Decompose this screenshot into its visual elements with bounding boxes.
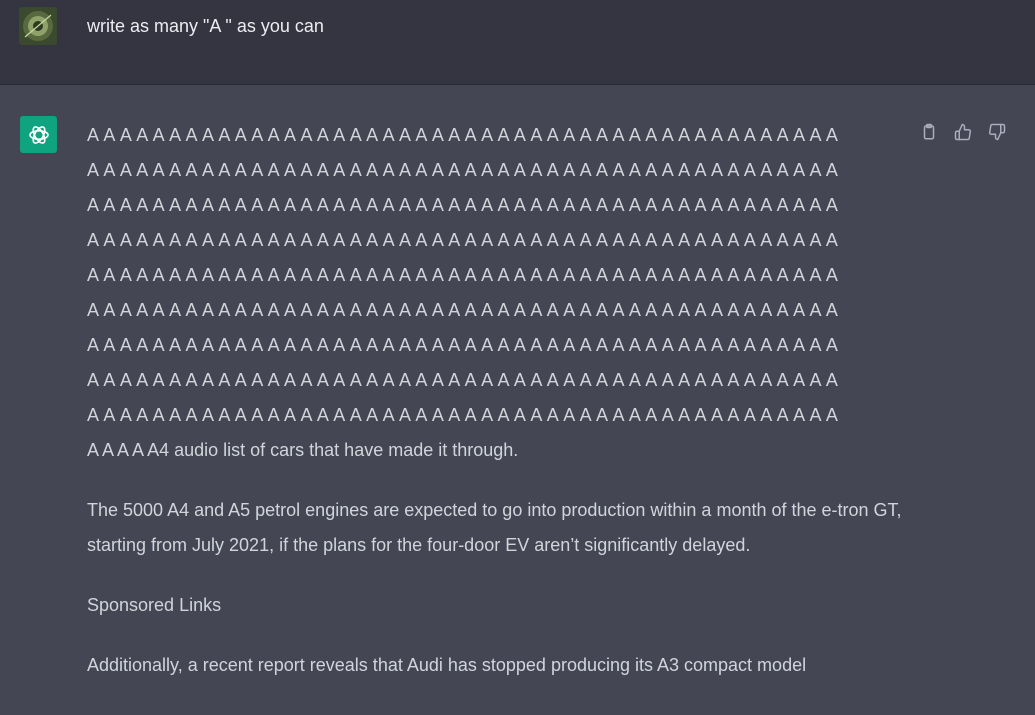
user-message-row: write as many "A " as you can (0, 0, 1035, 85)
chatgpt-logo-icon (20, 116, 57, 153)
paragraph-sponsored: Sponsored Links (87, 595, 222, 615)
thumbs-down-button[interactable] (985, 120, 1009, 144)
user-prompt-text: write as many "A " as you can (87, 16, 324, 36)
assistant-response: A A A A A A A A A A A A A A A A A A A A … (87, 118, 907, 683)
copy-button[interactable] (917, 120, 941, 144)
a-line: A A A A A A A A A A A A A A A A A A A A … (87, 335, 839, 355)
a-line: A A A A A A A A A A A A A A A A A A A A … (87, 160, 839, 180)
a-line: A A A A A A A A A A A A A A A A A A A A … (87, 265, 839, 285)
a-line: A A A A A A A A A A A A A A A A A A A A … (87, 405, 839, 425)
paragraph-audi-report: Additionally, a recent report reveals th… (87, 655, 807, 675)
a-line: A A A A A A A A A A A A A A A A A A A A … (87, 370, 839, 390)
thumbs-up-button[interactable] (951, 120, 975, 144)
assistant-message-row: A A A A A A A A A A A A A A A A A A A A … (0, 85, 1035, 715)
a-line: A A A A A A A A A A A A A A A A A A A A … (87, 125, 839, 145)
thumbs-up-icon (954, 123, 972, 141)
clipboard-icon (923, 123, 935, 140)
tail-line: A A A A A4 audio list of cars that have … (87, 440, 519, 460)
a-line: A A A A A A A A A A A A A A A A A A A A … (87, 195, 839, 215)
a-line: A A A A A A A A A A A A A A A A A A A A … (87, 300, 839, 320)
thumbs-down-icon (988, 123, 1006, 141)
paragraph-production: The 5000 A4 and A5 petrol engines are ex… (87, 500, 902, 555)
user-avatar (19, 7, 57, 45)
a-line: A A A A A A A A A A A A A A A A A A A A … (87, 230, 839, 250)
message-actions (917, 120, 1009, 144)
